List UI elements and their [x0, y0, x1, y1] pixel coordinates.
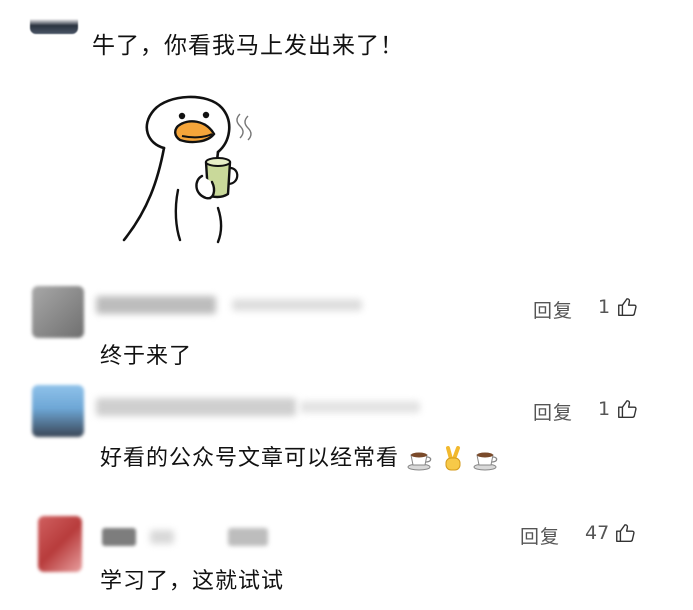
coffee-cup-icon: [473, 452, 498, 471]
like-count: 1: [598, 296, 611, 318]
thumbs-up-icon[interactable]: [616, 398, 638, 420]
avatar[interactable]: [32, 385, 84, 437]
victory-hand-icon: [445, 446, 461, 471]
comment-text: 学习了，这就试试: [100, 569, 285, 594]
username-blurred[interactable]: [96, 296, 216, 314]
avatar[interactable]: [38, 516, 82, 572]
duck-sticker-image[interactable]: [118, 90, 278, 245]
like-count: 1: [598, 398, 611, 420]
comment-text-row: 好看的公众号文章可以经常看: [100, 440, 499, 472]
like-count: 47: [585, 522, 610, 544]
comment-text: 好看的公众号文章可以经常看: [100, 446, 400, 471]
meta-blurred: [300, 401, 420, 413]
comment-text: 终于来了: [100, 344, 193, 369]
username-blurred[interactable]: [150, 530, 174, 544]
avatar[interactable]: [30, 0, 78, 34]
thumbs-up-icon[interactable]: [614, 522, 636, 544]
meta-blurred: [232, 299, 362, 311]
comment-text: 牛了，你看我马上发出来了！: [92, 33, 404, 59]
username-blurred[interactable]: [102, 528, 136, 546]
avatar[interactable]: [32, 286, 84, 338]
reply-button[interactable]: 回复: [533, 296, 573, 323]
username-blurred[interactable]: [96, 398, 296, 416]
reply-button[interactable]: 回复: [533, 398, 573, 425]
meta-blurred: [228, 528, 268, 546]
thumbs-up-icon[interactable]: [616, 296, 638, 318]
reply-button[interactable]: 回复: [520, 522, 560, 549]
coffee-cup-icon: [407, 452, 432, 471]
